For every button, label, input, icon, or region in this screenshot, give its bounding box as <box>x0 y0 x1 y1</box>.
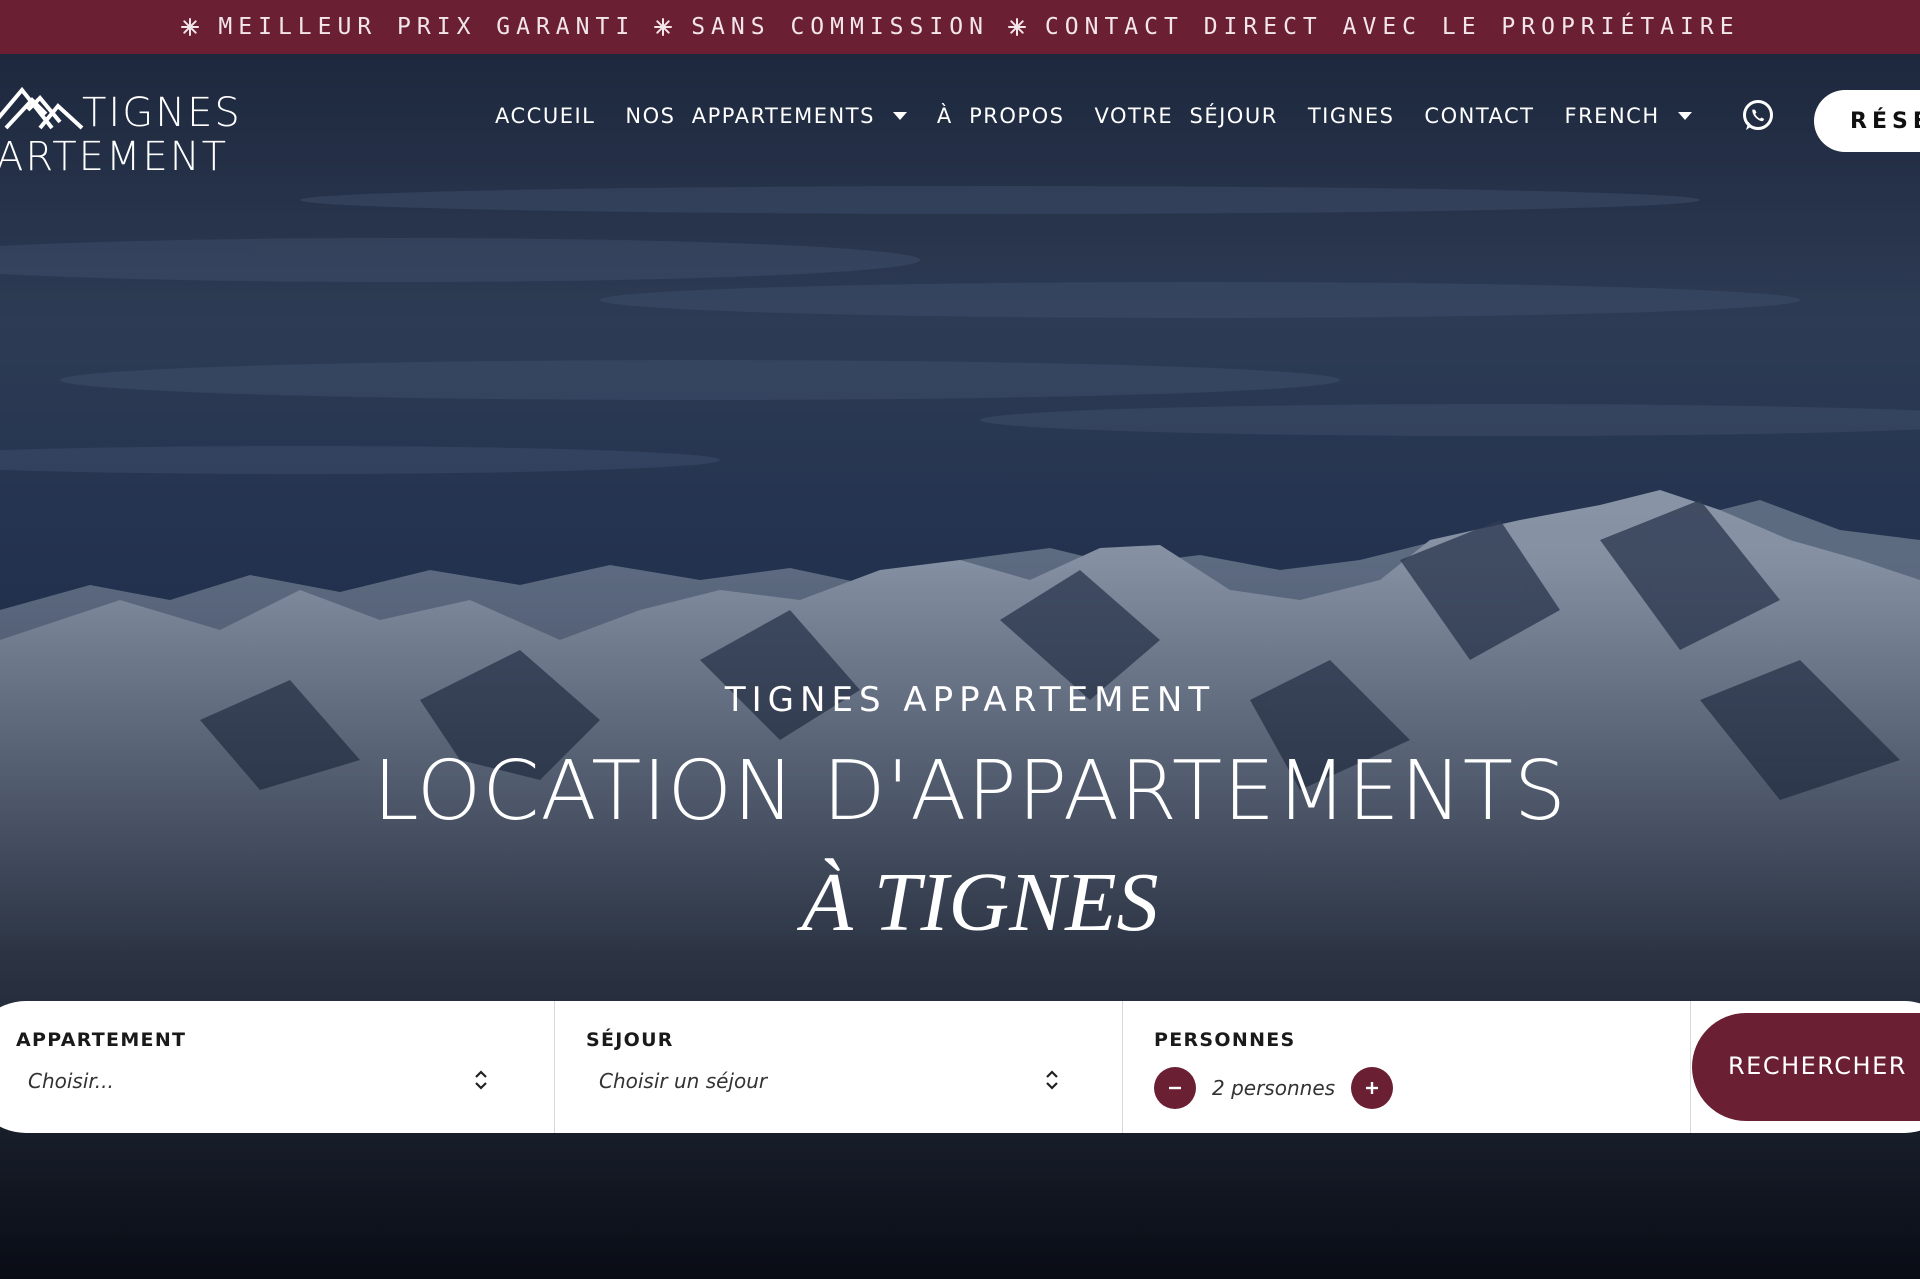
caret-down-icon <box>892 112 907 120</box>
top-banner-text: MEILLEUR PRIX GARANTI SANS COMMISSION CO… <box>180 14 1739 40</box>
nav-item-contact[interactable]: CONTACT <box>1424 104 1534 128</box>
sejour-field: SÉJOUR Choisir un séjour <box>555 1001 1123 1133</box>
main-nav: ACCUEIL NOS APPARTEMENTS À PROPOS VOTRE … <box>495 104 1692 128</box>
nav-item-label: FRENCH <box>1564 104 1660 128</box>
site-logo[interactable]: TIGNES ARTEMENT <box>0 70 240 180</box>
search-bar: APPARTEMENT Choisir... SÉJOUR Choisir un… <box>0 1001 1920 1133</box>
banner-item-direct-contact: CONTACT DIRECT AVEC LE PROPRIÉTAIRE <box>1044 14 1740 40</box>
search-button[interactable]: RECHERCHER <box>1692 1013 1920 1121</box>
personnes-label: PERSONNES <box>1154 1029 1296 1051</box>
appartement-field: APPARTEMENT Choisir... <box>0 1001 555 1133</box>
banner-item-no-commission: SANS COMMISSION <box>691 14 989 40</box>
minus-icon <box>1169 1086 1181 1090</box>
appartement-select-value: Choisir... <box>28 1069 114 1093</box>
reserve-button-label: RÉSE <box>1850 109 1920 134</box>
decrement-button[interactable] <box>1154 1067 1196 1109</box>
nav-item-nos-appartements[interactable]: NOS APPARTEMENTS <box>625 104 907 128</box>
nav-item-label: CONTACT <box>1424 104 1535 128</box>
nav-item-accueil[interactable]: ACCUEIL <box>495 104 595 128</box>
asterisk-icon <box>1007 18 1026 36</box>
appartement-select[interactable]: Choisir... <box>28 1061 488 1101</box>
personnes-field: PERSONNES 2 personnes <box>1123 1001 1691 1133</box>
hero-eyebrow: TIGNES APPARTEMENT <box>724 680 1216 720</box>
nav-item-label: TIGNES <box>1307 104 1395 128</box>
nav-item-label: À PROPOS <box>936 104 1065 128</box>
logo-text-line2: ARTEMENT <box>0 134 229 180</box>
nav-item-label: VOTRE SÉJOUR <box>1094 104 1278 128</box>
hero-title: LOCATION D'APPARTEMENTS <box>373 744 1567 839</box>
sejour-label: SÉJOUR <box>586 1029 674 1051</box>
personnes-value: 2 personnes <box>1212 1076 1336 1100</box>
nav-item-votre-sejour[interactable]: VOTRE SÉJOUR <box>1094 104 1277 128</box>
nav-item-language[interactable]: FRENCH <box>1565 104 1692 128</box>
nav-item-tignes[interactable]: TIGNES <box>1308 104 1395 128</box>
caret-down-icon <box>1677 112 1692 120</box>
reserve-button[interactable]: RÉSE <box>1814 90 1920 152</box>
nav-item-a-propos[interactable]: À PROPOS <box>937 104 1065 128</box>
hero-subtitle: À TIGNES <box>801 856 1159 949</box>
sejour-select[interactable]: Choisir un séjour <box>599 1061 1059 1101</box>
banner-item-best-price: MEILLEUR PRIX GARANTI <box>218 14 636 40</box>
sejour-select-value: Choisir un séjour <box>599 1069 768 1093</box>
personnes-stepper: 2 personnes <box>1154 1067 1394 1109</box>
increment-button[interactable] <box>1351 1067 1394 1109</box>
select-updown-icon <box>475 1070 487 1090</box>
plus-icon <box>1366 1082 1379 1094</box>
logo-text-line1: TIGNES <box>82 90 242 136</box>
nav-item-label: NOS APPARTEMENTS <box>625 104 875 128</box>
whatsapp-icon[interactable] <box>1740 98 1776 134</box>
top-banner: MEILLEUR PRIX GARANTI SANS COMMISSION CO… <box>0 0 1920 54</box>
select-updown-icon <box>1046 1070 1058 1090</box>
asterisk-icon <box>654 18 673 36</box>
page: MEILLEUR PRIX GARANTI SANS COMMISSION CO… <box>0 0 1920 1279</box>
asterisk-icon <box>181 18 200 36</box>
nav-item-label: ACCUEIL <box>495 104 596 128</box>
appartement-label: APPARTEMENT <box>16 1029 187 1051</box>
search-button-label: RECHERCHER <box>1728 1052 1907 1080</box>
